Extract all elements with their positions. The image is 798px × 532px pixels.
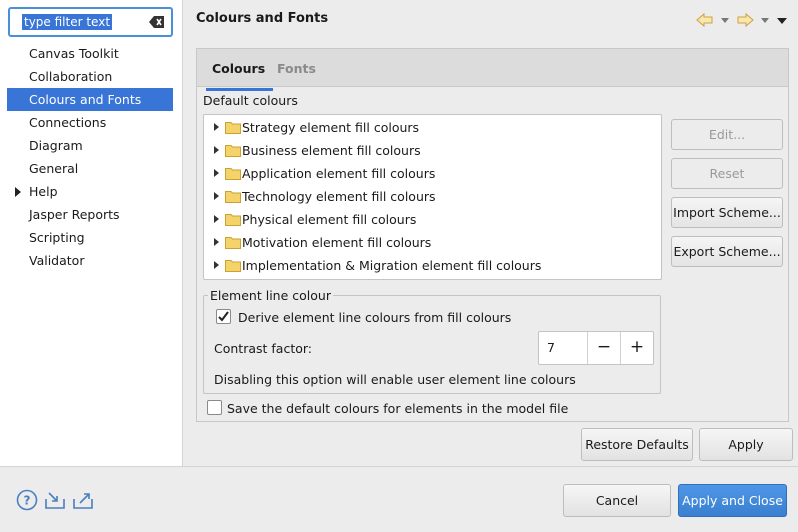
- increment-button[interactable]: +: [620, 332, 653, 364]
- tree-item-strategy[interactable]: Strategy element fill colours: [204, 116, 661, 139]
- save-default-colours-checkbox[interactable]: [207, 400, 222, 415]
- sidebar-item-canvas-toolkit[interactable]: Canvas Toolkit: [0, 42, 183, 65]
- tree-item-label: Physical element fill colours: [242, 212, 417, 227]
- forward-menu-chevron-icon[interactable]: [760, 12, 770, 28]
- sidebar-item-label: Colours and Fonts: [29, 92, 142, 107]
- svg-text:?: ?: [24, 494, 31, 508]
- sidebar-item-label: Jasper Reports: [29, 207, 120, 222]
- forward-arrow-icon[interactable]: [736, 12, 754, 28]
- decrement-button[interactable]: −: [587, 332, 620, 364]
- apply-button[interactable]: Apply: [699, 428, 793, 461]
- edit-button[interactable]: Edit...: [671, 119, 783, 150]
- clear-filter-icon[interactable]: [149, 15, 165, 29]
- tree-item-label: Implementation & Migration element fill …: [242, 258, 542, 273]
- tab-colours[interactable]: Colours: [205, 61, 274, 91]
- group-title: Element line colour: [208, 288, 333, 303]
- tree-item-business[interactable]: Business element fill colours: [204, 139, 661, 162]
- tab-fonts[interactable]: Fonts: [277, 61, 316, 76]
- contrast-factor-spinner[interactable]: 7 − +: [538, 331, 654, 365]
- import-scheme-button[interactable]: Import Scheme...: [671, 197, 783, 228]
- tree-item-label: Technology element fill colours: [242, 189, 436, 204]
- preferences-tree: Canvas Toolkit Collaboration Colours and…: [0, 42, 183, 272]
- expand-arrow-icon[interactable]: [214, 169, 219, 177]
- element-line-colour-group: Element line colour Derive element line …: [203, 288, 661, 394]
- contrast-factor-value[interactable]: 7: [547, 340, 555, 355]
- tree-item-application[interactable]: Application element fill colours: [204, 162, 661, 185]
- tree-item-label: Application element fill colours: [242, 166, 436, 181]
- expand-arrow-icon[interactable]: [15, 187, 21, 197]
- sidebar-item-collaboration[interactable]: Collaboration: [0, 65, 183, 88]
- sidebar-item-label: Collaboration: [29, 69, 113, 84]
- sidebar-item-help[interactable]: Help: [0, 180, 183, 203]
- apply-and-close-button[interactable]: Apply and Close: [678, 484, 787, 517]
- tab-bar: Colours Fonts: [197, 49, 788, 91]
- folder-icon: [225, 237, 241, 249]
- line-colour-hint: Disabling this option will enable user e…: [214, 372, 576, 387]
- checkmark-icon: [218, 311, 229, 322]
- sidebar-item-scripting[interactable]: Scripting: [0, 226, 183, 249]
- sidebar-item-jasper-reports[interactable]: Jasper Reports: [0, 203, 183, 226]
- sidebar-item-diagram[interactable]: Diagram: [0, 134, 183, 157]
- sidebar-item-connections[interactable]: Connections: [0, 111, 183, 134]
- restore-defaults-button[interactable]: Restore Defaults: [581, 428, 693, 461]
- derive-line-colours-label: Derive element line colours from fill co…: [238, 310, 512, 325]
- folder-icon: [225, 168, 241, 180]
- tree-item-label: Strategy element fill colours: [242, 120, 420, 135]
- sidebar-item-label: Help: [29, 184, 58, 199]
- sidebar-item-label: General: [29, 161, 79, 176]
- cancel-button[interactable]: Cancel: [563, 484, 671, 517]
- view-menu-icon[interactable]: [776, 12, 788, 28]
- preferences-sidebar: type filter text Canvas Toolkit Collabor…: [0, 0, 183, 466]
- sidebar-item-label: Validator: [29, 253, 85, 268]
- sidebar-item-general[interactable]: General: [0, 157, 183, 180]
- fill-colours-tree[interactable]: Strategy element fill colours Business e…: [203, 114, 662, 280]
- folder-icon: [225, 191, 241, 203]
- expand-arrow-icon[interactable]: [214, 146, 219, 154]
- sidebar-item-label: Diagram: [29, 138, 83, 153]
- sidebar-item-label: Scripting: [29, 230, 85, 245]
- sidebar-item-label: Connections: [29, 115, 107, 130]
- help-icon[interactable]: ?: [16, 489, 38, 511]
- page-nav-controls: [696, 12, 788, 28]
- import-preferences-icon[interactable]: [44, 489, 66, 511]
- tab-folder: Colours Fonts Default colours Strategy e…: [196, 48, 789, 422]
- tree-item-motivation[interactable]: Motivation element fill colours: [204, 231, 661, 254]
- tree-item-physical[interactable]: Physical element fill colours: [204, 208, 661, 231]
- reset-button[interactable]: Reset: [671, 158, 783, 189]
- expand-arrow-icon[interactable]: [214, 192, 219, 200]
- folder-icon: [225, 260, 241, 272]
- preference-page: Colours and Fonts Colours Fonts Default …: [184, 0, 798, 466]
- export-preferences-icon[interactable]: [72, 489, 94, 511]
- expand-arrow-icon[interactable]: [214, 215, 219, 223]
- default-colours-label: Default colours: [203, 93, 298, 108]
- tree-item-technology[interactable]: Technology element fill colours: [204, 185, 661, 208]
- export-scheme-button[interactable]: Export Scheme...: [671, 236, 783, 267]
- folder-icon: [225, 122, 241, 134]
- contrast-factor-label: Contrast factor:: [214, 341, 312, 356]
- sidebar-item-colours-and-fonts[interactable]: Colours and Fonts: [7, 88, 173, 111]
- dialog-footer: ? Cancel Apply and Close: [0, 466, 798, 532]
- filter-placeholder: type filter text: [22, 14, 113, 30]
- tree-item-label: Business element fill colours: [242, 143, 421, 158]
- page-title: Colours and Fonts: [196, 11, 329, 26]
- expand-arrow-icon[interactable]: [214, 123, 219, 131]
- save-default-colours-label: Save the default colours for elements in…: [227, 401, 569, 416]
- filter-input[interactable]: type filter text: [8, 7, 173, 37]
- folder-icon: [225, 214, 241, 226]
- sidebar-item-validator[interactable]: Validator: [0, 249, 183, 272]
- back-menu-chevron-icon[interactable]: [720, 12, 730, 28]
- expand-arrow-icon[interactable]: [214, 261, 219, 269]
- expand-arrow-icon[interactable]: [214, 238, 219, 246]
- back-arrow-icon[interactable]: [696, 12, 714, 28]
- folder-icon: [225, 145, 241, 157]
- tree-item-implementation-migration[interactable]: Implementation & Migration element fill …: [204, 254, 661, 277]
- derive-line-colours-checkbox[interactable]: [216, 309, 231, 324]
- sidebar-item-label: Canvas Toolkit: [29, 46, 119, 61]
- tree-item-label: Motivation element fill colours: [242, 235, 432, 250]
